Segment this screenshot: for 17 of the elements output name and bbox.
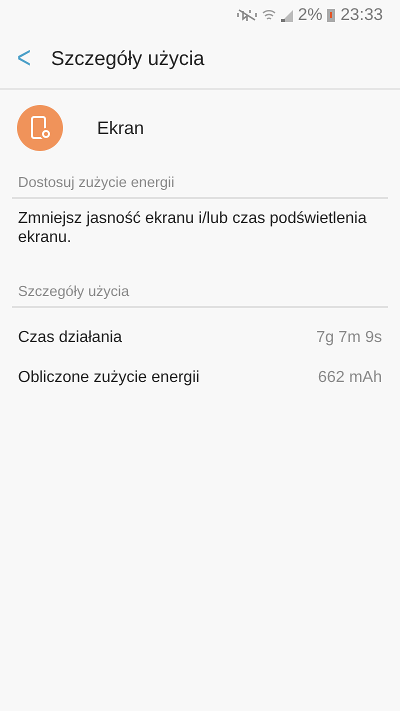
row-value: 662 mAh	[318, 369, 382, 387]
clock: 23:33	[340, 5, 383, 25]
battery-percent: 2%	[298, 5, 322, 25]
row-label: Obliczone zużycie energii	[18, 369, 200, 387]
wifi-icon	[262, 8, 276, 22]
section-header: Dostosuj zużycie energii	[12, 166, 388, 199]
page-title: Szczegóły użycia	[51, 48, 204, 70]
mute-icon	[236, 8, 257, 22]
screen-settings-icon	[17, 105, 63, 151]
tip-text: Zmniejsz jasność ekranu i/lub czas podświetlenia ekranu.	[17, 209, 368, 248]
section-header: Szczegóły użycia	[12, 275, 388, 308]
battery-icon	[327, 8, 336, 22]
back-button[interactable]: <	[17, 40, 51, 78]
signal-icon	[280, 8, 293, 22]
app-name: Ekran	[97, 118, 144, 138]
row-label: Czas działania	[18, 329, 122, 347]
row-value: 7g 7m 9s	[316, 329, 382, 347]
